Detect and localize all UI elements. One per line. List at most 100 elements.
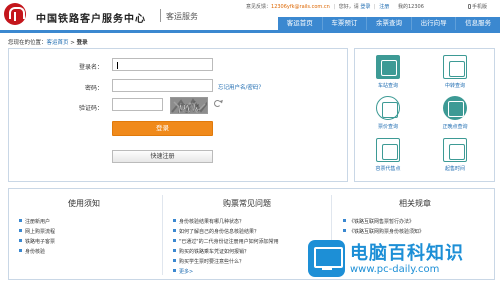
top-links: 意见反馈：12306yfk@rails.com.cn | 您好，请 登录 | 注…	[246, 3, 424, 10]
service-sale-time[interactable]: 起售时间	[431, 138, 479, 172]
list-item[interactable]: 注册新用户	[19, 217, 159, 227]
greeting-text: 您好，请	[338, 4, 359, 10]
username-input[interactable]	[112, 58, 213, 71]
site-subtitle: 客运服务	[166, 12, 198, 21]
list-item[interactable]: 身份核验	[19, 247, 159, 257]
password-label: 密码：	[84, 85, 103, 92]
list-item-text: 网上购票流程	[25, 229, 56, 235]
captcha-glyphs: pyk	[171, 98, 207, 113]
list-item-text: 注册新用户	[25, 219, 51, 225]
station-icon	[376, 55, 400, 79]
service-label: 正晚点查询	[442, 124, 468, 130]
list-item[interactable]: 如何了解自己的身份信息核验结果？	[173, 227, 327, 237]
column-divider	[162, 195, 163, 275]
mobile-version-link[interactable]: 手机版	[468, 3, 487, 10]
site-title[interactable]: 中国铁路客户服务中心	[36, 10, 146, 25]
service-label: 中转查询	[444, 83, 465, 89]
bullet-icon	[19, 239, 22, 242]
list-item-text: 身份核验	[25, 249, 46, 255]
bullet-icon	[173, 239, 176, 242]
username-label: 登录名：	[78, 64, 103, 71]
bullet-icon	[19, 219, 22, 222]
list-item[interactable]: 《铁路互联网购票身份核验须知》	[343, 227, 495, 237]
captcha-input[interactable]	[112, 98, 163, 111]
list-item[interactable]: 铁路电子客票	[19, 237, 159, 247]
railway-logo-icon[interactable]	[4, 3, 26, 25]
service-station-query[interactable]: 车站查询	[364, 55, 412, 89]
text-cursor	[117, 62, 118, 69]
bullet-icon	[343, 219, 346, 222]
service-label: 车站查询	[377, 83, 398, 89]
feedback-label: 意见反馈：	[246, 4, 272, 10]
usage-title: 使用须知	[68, 199, 100, 208]
nav-item-home[interactable]: 客运首页	[278, 17, 323, 30]
breadcrumb-separator: >	[70, 40, 75, 46]
rules-list: 《铁路互联网售票暂行办法》 《铁路互联网购票身份核验须知》	[335, 217, 495, 237]
fare-search-icon	[376, 96, 400, 120]
captcha-image[interactable]: pyk	[170, 97, 208, 114]
login-button[interactable]: 登录	[112, 121, 213, 136]
list-item-text: 购买的铁路乘车凭证如何报销？	[179, 249, 250, 255]
nav-item-remaining[interactable]: 余票查询	[367, 17, 412, 30]
refresh-captcha-icon[interactable]	[214, 100, 221, 107]
service-fare-query[interactable]: 票价查询	[364, 96, 412, 130]
more-link[interactable]: 更多>	[173, 267, 327, 277]
login-link[interactable]: 登录	[360, 4, 370, 10]
header-divider	[0, 30, 500, 33]
nav-item-guide[interactable]: 出行向导	[412, 17, 457, 30]
bullet-icon	[19, 249, 22, 252]
faq-list: 身份核验结果有哪几种状态？ 如何了解自己的身份信息核验结果？ "已通过"的二代身…	[167, 217, 327, 277]
faq-column: 购票常见问题 身份核验结果有哪几种状态？ 如何了解自己的身份信息核验结果？ "已…	[167, 189, 327, 281]
watermark: 电脑百科知识 www.pc-daily.com	[308, 237, 498, 283]
usage-list: 注册新用户 网上购票流程 铁路电子客票 身份核验	[9, 217, 159, 257]
main-nav: 客运首页 车票预订 余票查询 出行向导 信息服务	[278, 17, 500, 30]
list-item-text: 《铁路互联网售票暂行办法》	[349, 219, 415, 225]
list-item[interactable]: 购买学生票时要注意些什么？	[173, 257, 327, 267]
list-item-text: 如何了解自己的身份信息核验结果？	[179, 229, 260, 235]
title-divider	[160, 9, 161, 22]
forgot-password-link[interactable]: 忘记用户名/密码？	[218, 83, 264, 91]
site-header: 中国铁路客户服务中心 客运服务 意见反馈：12306yfk@rails.com.…	[0, 0, 500, 30]
bullet-icon	[173, 259, 176, 262]
mobile-label: 手机版	[472, 4, 488, 10]
password-input[interactable]	[112, 79, 213, 92]
watermark-url: www.pc-daily.com	[350, 264, 440, 275]
divider: |	[333, 4, 336, 10]
nav-item-booking[interactable]: 车票预订	[323, 17, 368, 30]
delay-search-icon	[443, 96, 467, 120]
bullet-icon	[19, 229, 22, 232]
list-item-text: "已通过"的二代身份证注册用户如何添加常用	[179, 239, 279, 245]
my-12306-link[interactable]: 我的12306	[398, 4, 424, 10]
breadcrumb-prefix: 您现在的位置：	[8, 40, 47, 46]
list-item[interactable]: 《铁路互联网售票暂行办法》	[343, 217, 495, 227]
list-item[interactable]: 购买的铁路乘车凭证如何报销？	[173, 247, 327, 257]
list-item-text: 铁路电子客票	[25, 239, 56, 245]
service-label: 票价查询	[377, 124, 398, 130]
captcha-label: 验证码：	[78, 105, 103, 112]
transfer-icon	[443, 55, 467, 79]
list-item[interactable]: 身份核验结果有哪几种状态？	[173, 217, 327, 227]
breadcrumb-home-link[interactable]: 客运首页	[47, 40, 69, 46]
list-item[interactable]: 网上购票流程	[19, 227, 159, 237]
watermark-title: 电脑百科知识	[350, 243, 464, 264]
usage-column: 使用须知 注册新用户 网上购票流程 铁路电子客票 身份核验	[9, 189, 159, 281]
register-link[interactable]: 注册	[379, 4, 389, 10]
nav-item-info[interactable]: 信息服务	[456, 17, 500, 30]
monitor-logo-icon	[308, 240, 345, 277]
clock-icon	[443, 138, 467, 162]
breadcrumb-current: 登录	[76, 40, 88, 46]
service-delay-query[interactable]: 正晚点查询	[431, 96, 479, 130]
list-item-text: 身份核验结果有哪几种状态？	[179, 219, 245, 225]
feedback-email-link[interactable]: 12306yfk@rails.com.cn	[271, 4, 330, 10]
quick-register-button[interactable]: 快速注册	[112, 150, 213, 163]
bullet-icon	[343, 229, 346, 232]
bullet-icon	[173, 229, 176, 232]
service-agency[interactable]: 容票代售点	[364, 138, 412, 172]
breadcrumb: 您现在的位置：客运首页 > 登录	[8, 38, 88, 46]
phone-icon	[468, 4, 471, 9]
service-transfer-query[interactable]: 中转查询	[431, 55, 479, 89]
bullet-icon	[173, 269, 176, 272]
faq-title: 购票常见问题	[223, 199, 271, 208]
list-item[interactable]: "已通过"的二代身份证注册用户如何添加常用	[173, 237, 327, 247]
service-label: 容票代售点	[375, 166, 401, 172]
